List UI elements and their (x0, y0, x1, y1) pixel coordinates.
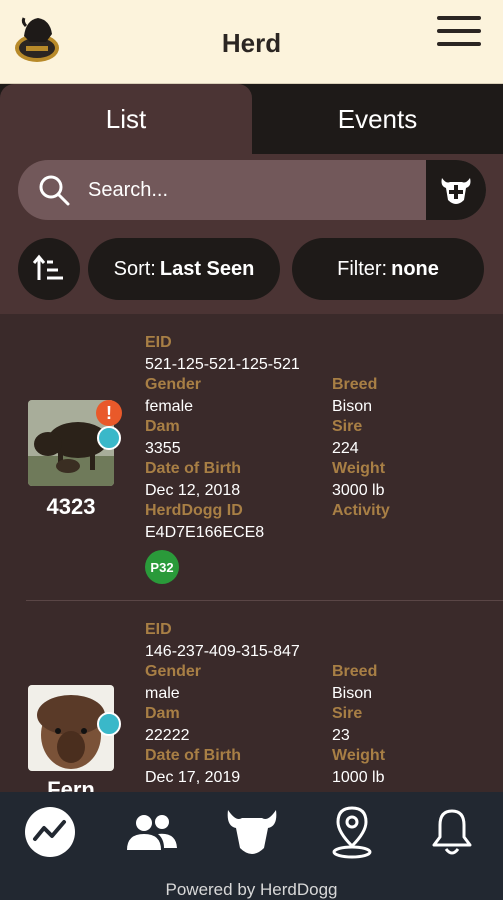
status-dot (97, 426, 121, 450)
activity-label: Activity (332, 502, 390, 519)
eid-value: 146-237-409-315-847 (145, 643, 300, 660)
bison-head-icon (227, 810, 277, 854)
users-icon (127, 815, 177, 850)
list-controls: Sort:Last Seen Filter:none (0, 154, 503, 314)
dob-label: Date of Birth (145, 460, 241, 477)
search-bar (18, 160, 486, 220)
dam-label: Dam (145, 705, 180, 722)
nav-activity[interactable] (20, 802, 80, 862)
eid-label: EID (145, 334, 172, 351)
weight-label: Weight (332, 747, 386, 764)
sire-label: Sire (332, 705, 363, 722)
gender-label: Gender (145, 376, 202, 393)
nav-map[interactable] (322, 802, 382, 862)
weight-label: Weight (332, 460, 386, 477)
sire-label: Sire (332, 418, 363, 435)
tab-events[interactable]: Events (252, 84, 503, 154)
search-input[interactable] (88, 160, 418, 220)
tab-list[interactable]: List (0, 84, 252, 154)
herddogg-id-value: E4D7E166ECE8 (145, 524, 265, 541)
dam-label: Dam (145, 418, 180, 435)
sort-ascending-icon (33, 254, 63, 280)
filter-value: none (391, 257, 439, 280)
bottom-nav: Powered by HerdDogg (0, 792, 503, 900)
dam-value: 3355 (145, 440, 181, 457)
gender-value: female (145, 398, 194, 415)
search-icon (38, 174, 70, 206)
map-pin-icon (332, 806, 372, 859)
animal-card[interactable]: Fern EID 146-237-409-315-847 Gender male… (0, 601, 503, 792)
sort-value: Last Seen (159, 257, 255, 280)
activity-chart-icon (25, 807, 75, 857)
app-header: Herd (0, 0, 503, 84)
dam-value: 22222 (145, 727, 190, 744)
tab-bar: List Events (0, 84, 503, 154)
sort-order-button[interactable] (18, 238, 80, 300)
dob-value: Dec 12, 2018 (145, 482, 241, 499)
dob-value: Dec 17, 2019 (145, 769, 241, 786)
powered-by-text: Powered by HerdDogg (165, 880, 338, 899)
sort-prefix: Sort: (113, 257, 156, 280)
sire-value: 23 (332, 727, 350, 744)
eid-value: 521-125-521-125-521 (145, 356, 300, 373)
add-animal-button[interactable] (426, 160, 486, 220)
breed-label: Breed (332, 663, 378, 680)
nav-users[interactable] (122, 802, 182, 862)
weight-value: 1000 lb (332, 769, 385, 786)
nav-notifications[interactable] (422, 802, 482, 862)
animal-tag: Fern (47, 777, 95, 792)
animal-tag: 4323 (46, 494, 96, 519)
sire-value: 224 (332, 440, 359, 457)
add-bison-icon (441, 178, 471, 204)
bell-icon (432, 809, 472, 855)
herd-list: ! 4323 EID 521-125-521-125-521 Gender fe… (0, 314, 503, 792)
herddogg-id-label: HerdDogg ID (145, 502, 243, 519)
hamburger-menu-icon[interactable] (437, 16, 481, 50)
page-title: Herd (221, 28, 282, 58)
filter-prefix: Filter: (337, 257, 388, 280)
dob-label: Date of Birth (145, 747, 241, 764)
filter-selector[interactable]: Filter: none (292, 238, 484, 300)
animal-card[interactable]: ! 4323 EID 521-125-521-125-521 Gender fe… (0, 314, 503, 600)
gender-label: Gender (145, 663, 202, 680)
alert-icon: ! (96, 400, 122, 426)
status-dot (97, 712, 121, 736)
nav-herd[interactable] (222, 802, 282, 862)
breed-value: Bison (332, 398, 373, 415)
sort-selector[interactable]: Sort: Last Seen (88, 238, 280, 300)
weight-value: 3000 lb (332, 482, 385, 499)
breed-value: Bison (332, 685, 373, 702)
group-badge: P32 (145, 550, 179, 584)
breed-label: Breed (332, 376, 378, 393)
eid-label: EID (145, 621, 172, 638)
gender-value: male (145, 685, 180, 702)
